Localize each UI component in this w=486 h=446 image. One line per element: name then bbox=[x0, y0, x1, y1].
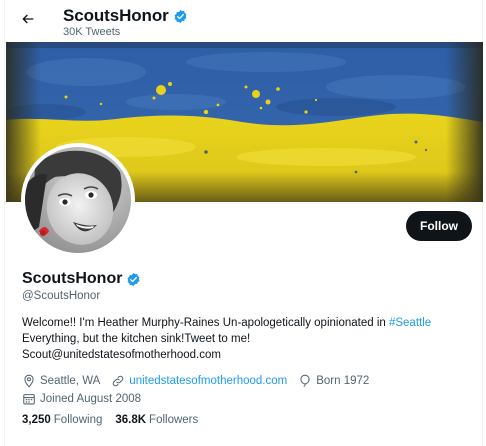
following-label: Following bbox=[53, 414, 103, 426]
birthday-item: Born 1972 bbox=[298, 374, 369, 388]
header-title: ScoutsHonor bbox=[63, 6, 188, 26]
followers-link[interactable]: 36.8K Followers bbox=[115, 414, 198, 426]
profile-name: ScoutsHonor bbox=[22, 270, 123, 287]
bio-text: Welcome!! I'm Heather Murphy-Raines Un-a… bbox=[22, 317, 389, 329]
following-link[interactable]: 3,250 Following bbox=[22, 414, 102, 426]
display-name: ScoutsHonor bbox=[22, 270, 141, 288]
back-arrow-icon bbox=[22, 14, 34, 24]
profile-avatar[interactable] bbox=[21, 143, 135, 257]
joined-text: Joined August 2008 bbox=[40, 392, 142, 405]
bio-line-2: Everything, but the kitchen sink!Tweet t… bbox=[22, 333, 251, 345]
header-name: ScoutsHonor bbox=[63, 6, 169, 25]
profile-handle: @ScoutsHonor bbox=[22, 290, 101, 302]
bio-line-3: Scout@unitedstatesofmotherhood.com bbox=[22, 349, 221, 361]
profile-bio: Welcome!! I'm Heather Murphy-Raines Un-a… bbox=[22, 315, 472, 363]
verified-badge-icon[interactable] bbox=[126, 272, 141, 287]
hashtag-link[interactable]: #Seattle bbox=[389, 317, 431, 329]
profile-header: ScoutsHonor 30K Tweets bbox=[5, 0, 482, 42]
calendar-icon bbox=[23, 393, 35, 404]
follow-button[interactable]: Follow bbox=[406, 211, 472, 241]
profile-column: ScoutsHonor 30K Tweets Follow ScoutsHono… bbox=[4, 0, 483, 446]
following-count: 3,250 bbox=[22, 414, 51, 426]
profile-meta: Seattle, WA unitedstatesofmotherhood.com… bbox=[22, 372, 472, 408]
back-button[interactable] bbox=[15, 6, 41, 32]
followers-label: Followers bbox=[149, 414, 199, 426]
location-icon bbox=[24, 374, 34, 388]
location-text: Seattle, WA bbox=[40, 374, 101, 387]
follow-stats: 3,250 Following 36.8K Followers bbox=[22, 414, 198, 426]
meta-row-2: Joined August 2008 bbox=[22, 390, 472, 407]
website-item[interactable]: unitedstatesofmotherhood.com bbox=[111, 374, 287, 388]
meta-row-1: Seattle, WA unitedstatesofmotherhood.com… bbox=[22, 372, 472, 389]
bio-line-1: Welcome!! I'm Heather Murphy-Raines Un-a… bbox=[22, 315, 472, 331]
birthday-balloon-icon bbox=[300, 374, 310, 387]
website-link[interactable]: unitedstatesofmotherhood.com bbox=[129, 375, 287, 387]
verified-badge-icon bbox=[174, 9, 187, 23]
followers-count: 36.8K bbox=[115, 414, 147, 426]
location-item: Seattle, WA bbox=[22, 374, 100, 388]
birthday-text: Born 1972 bbox=[316, 374, 370, 387]
avatar-image bbox=[25, 147, 131, 253]
avatar-photo bbox=[25, 147, 131, 253]
tweet-count: 30K Tweets bbox=[63, 26, 121, 38]
joined-item: Joined August 2008 bbox=[22, 392, 141, 406]
link-icon bbox=[113, 375, 124, 386]
